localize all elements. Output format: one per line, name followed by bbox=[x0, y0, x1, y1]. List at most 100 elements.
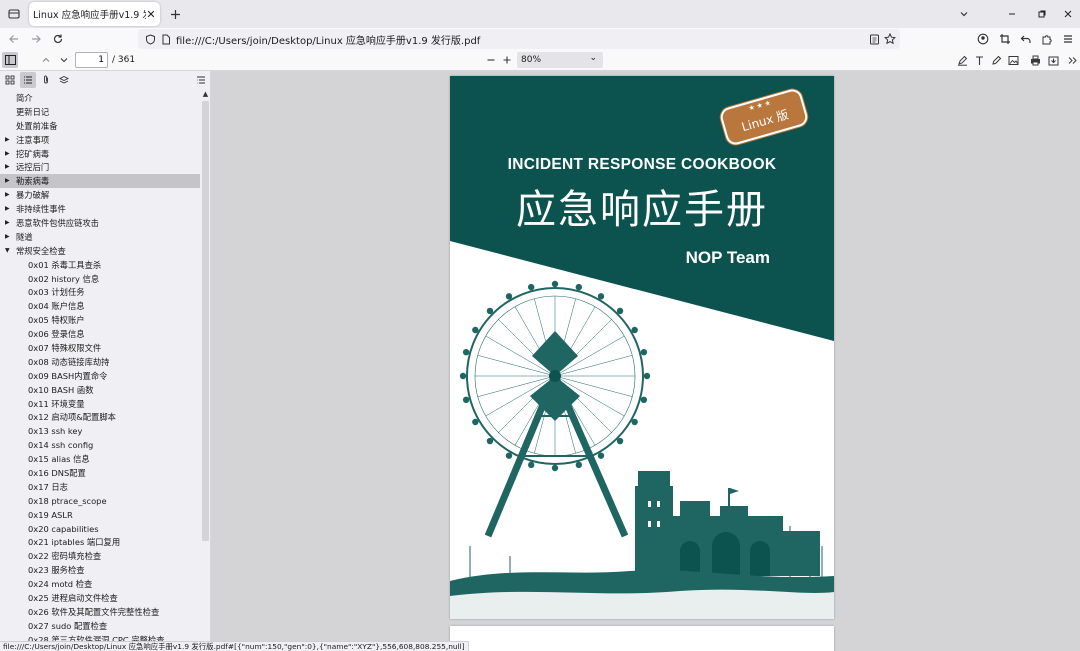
outline-item[interactable]: 0x11 环境变量 bbox=[0, 397, 200, 411]
pencil-icon bbox=[991, 55, 1001, 65]
find-current-outline-button[interactable] bbox=[193, 72, 209, 88]
reload-button[interactable] bbox=[48, 29, 68, 49]
thumbnails-tab[interactable] bbox=[2, 72, 18, 88]
forward-button[interactable] bbox=[26, 29, 46, 49]
outline-item-label: 0x26 软件及其配置文件完整性检查 bbox=[28, 606, 160, 617]
star-icon[interactable] bbox=[882, 31, 898, 47]
triangle-down-icon[interactable]: ▼ bbox=[5, 247, 10, 254]
outline-item[interactable]: ▶ 恶意软件包供应链攻击 bbox=[0, 216, 200, 230]
reader-view-icon[interactable] bbox=[866, 31, 882, 47]
outline-item[interactable]: 0x13 ssh key bbox=[0, 424, 200, 438]
outline-item-label: 0x03 计划任务 bbox=[28, 287, 85, 298]
arrow-right-icon bbox=[32, 35, 41, 43]
page-number-input[interactable] bbox=[75, 52, 108, 68]
outline-item[interactable]: 0x14 ssh config bbox=[0, 438, 200, 452]
triangle-right-icon[interactable]: ▶ bbox=[5, 177, 10, 184]
draw-button[interactable] bbox=[988, 52, 1004, 68]
outline-item[interactable]: 0x21 iptables 端口复用 bbox=[0, 536, 200, 550]
chevron-down-icon[interactable] bbox=[954, 4, 974, 24]
outline-tab[interactable] bbox=[20, 72, 36, 88]
triangle-right-icon[interactable]: ▶ bbox=[5, 233, 10, 240]
url-bar[interactable]: file:///C:/Users/join/Desktop/Linux 应急响应… bbox=[138, 29, 900, 49]
outline-item[interactable]: 0x05 特权账户 bbox=[0, 313, 200, 327]
scroll-up-arrow-icon[interactable]: ▲ bbox=[201, 89, 210, 99]
browser-tab-active[interactable]: Linux 应急响应手册v1.9 发行版.pdf ✕ bbox=[29, 2, 160, 26]
outline-item[interactable]: 0x25 进程启动文件检查 bbox=[0, 591, 200, 605]
account-icon[interactable] bbox=[973, 29, 993, 49]
outline-item[interactable]: 0x15 alias 信息 bbox=[0, 452, 200, 466]
outline-item[interactable]: 0x19 ASLR bbox=[0, 508, 200, 522]
outline-item[interactable]: 0x27 sudo 配置检查 bbox=[0, 619, 200, 633]
outline-item[interactable]: ▶ 勒索病毒 bbox=[0, 174, 200, 189]
new-tab-button[interactable] bbox=[165, 4, 185, 24]
tab-title: Linux 应急响应手册v1.9 发行版.pdf bbox=[33, 10, 146, 21]
hamburger-menu-icon[interactable] bbox=[1058, 29, 1078, 49]
outline-item[interactable]: ▶ 非持续性事件 bbox=[0, 202, 200, 216]
close-icon[interactable]: ✕ bbox=[146, 8, 156, 21]
sidebar-scrollbar[interactable]: ▲ bbox=[200, 89, 210, 651]
outline-item[interactable]: ▶ 挖矿病毒 bbox=[0, 147, 200, 161]
outline-item[interactable]: 0x09 BASH内置命令 bbox=[0, 369, 200, 383]
outline-item[interactable]: 0x07 特殊权限文件 bbox=[0, 341, 200, 355]
print-button[interactable] bbox=[1027, 52, 1043, 68]
reload-icon bbox=[53, 34, 63, 44]
link-status-bar: file:///C:/Users/join/Desktop/Linux 应急响应… bbox=[0, 641, 469, 651]
extensions-icon[interactable] bbox=[1037, 29, 1057, 49]
highlight-button[interactable] bbox=[954, 52, 970, 68]
close-window-icon[interactable] bbox=[1058, 4, 1078, 24]
outline-item[interactable]: ▶ 隧道 bbox=[0, 230, 200, 244]
page-icon[interactable] bbox=[158, 31, 174, 47]
layers-tab[interactable] bbox=[56, 72, 72, 88]
more-tools-button[interactable] bbox=[1064, 52, 1080, 68]
restore-icon[interactable] bbox=[1032, 4, 1052, 24]
outline-item[interactable]: ▶ 注意事项 bbox=[0, 133, 200, 147]
outline-item[interactable]: ▶ 暴力破解 bbox=[0, 188, 200, 202]
triangle-right-icon[interactable]: ▶ bbox=[5, 150, 10, 157]
outline-item[interactable]: 0x08 动态链接库劫持 bbox=[0, 355, 200, 369]
outline-locate-icon bbox=[197, 76, 205, 84]
minimize-icon[interactable] bbox=[1002, 4, 1022, 24]
outline-item[interactable]: 0x16 DNS配置 bbox=[0, 466, 200, 480]
attachments-tab[interactable] bbox=[38, 72, 54, 88]
outline-item[interactable]: 0x10 BASH 函数 bbox=[0, 383, 200, 397]
shield-icon[interactable] bbox=[142, 31, 158, 47]
outline-item[interactable]: 0x18 ptrace_scope bbox=[0, 494, 200, 508]
save-button[interactable] bbox=[1045, 52, 1061, 68]
outline-item[interactable]: 0x24 motd 检查 bbox=[0, 577, 200, 591]
screenshot-icon[interactable] bbox=[995, 29, 1015, 49]
zoom-out-button[interactable] bbox=[483, 52, 499, 68]
outline-item[interactable]: 0x17 日志 bbox=[0, 480, 200, 494]
outline-item[interactable]: 0x22 密码填充检查 bbox=[0, 549, 200, 563]
triangle-right-icon[interactable]: ▶ bbox=[5, 191, 10, 198]
tab-list-icon[interactable] bbox=[4, 4, 24, 24]
outline-item[interactable]: 处置前准备 bbox=[0, 119, 200, 133]
zoom-select[interactable]: 80% ⌄ bbox=[517, 52, 603, 68]
outline-item[interactable]: 0x06 登录信息 bbox=[0, 327, 200, 341]
add-text-button[interactable] bbox=[971, 52, 987, 68]
triangle-right-icon[interactable]: ▶ bbox=[5, 219, 10, 226]
outline-item[interactable]: 0x23 服务检查 bbox=[0, 563, 200, 577]
outline-item[interactable]: 0x03 计划任务 bbox=[0, 285, 200, 299]
outline-item[interactable]: 简介 bbox=[0, 91, 200, 105]
scrollbar-thumb[interactable] bbox=[202, 101, 209, 541]
triangle-right-icon[interactable]: ▶ bbox=[5, 163, 10, 170]
outline-item[interactable]: 0x12 启动项&配置脚本 bbox=[0, 410, 200, 424]
back-button[interactable] bbox=[4, 29, 24, 49]
add-image-button[interactable] bbox=[1005, 52, 1021, 68]
undo-icon[interactable] bbox=[1016, 29, 1036, 49]
sidebar-toggle-button[interactable] bbox=[2, 52, 18, 68]
zoom-in-button[interactable] bbox=[499, 52, 515, 68]
outline-item[interactable]: ▶ 远控后门 bbox=[0, 160, 200, 174]
wheel-gondola bbox=[597, 293, 605, 300]
next-page-button[interactable] bbox=[56, 52, 72, 68]
outline-item[interactable]: 0x02 history 信息 bbox=[0, 272, 200, 286]
outline-item[interactable]: 0x04 账户信息 bbox=[0, 299, 200, 313]
outline-item[interactable]: ▼ 常规安全检查 bbox=[0, 244, 200, 258]
outline-item[interactable]: 0x20 capabilities bbox=[0, 522, 200, 536]
outline-item[interactable]: 0x26 软件及其配置文件完整性检查 bbox=[0, 605, 200, 619]
outline-item[interactable]: 更新日记 bbox=[0, 105, 200, 119]
outline-item[interactable]: 0x01 杀毒工具查杀 bbox=[0, 258, 200, 272]
previous-page-button[interactable] bbox=[38, 52, 54, 68]
triangle-right-icon[interactable]: ▶ bbox=[5, 205, 10, 212]
triangle-right-icon[interactable]: ▶ bbox=[5, 136, 10, 143]
